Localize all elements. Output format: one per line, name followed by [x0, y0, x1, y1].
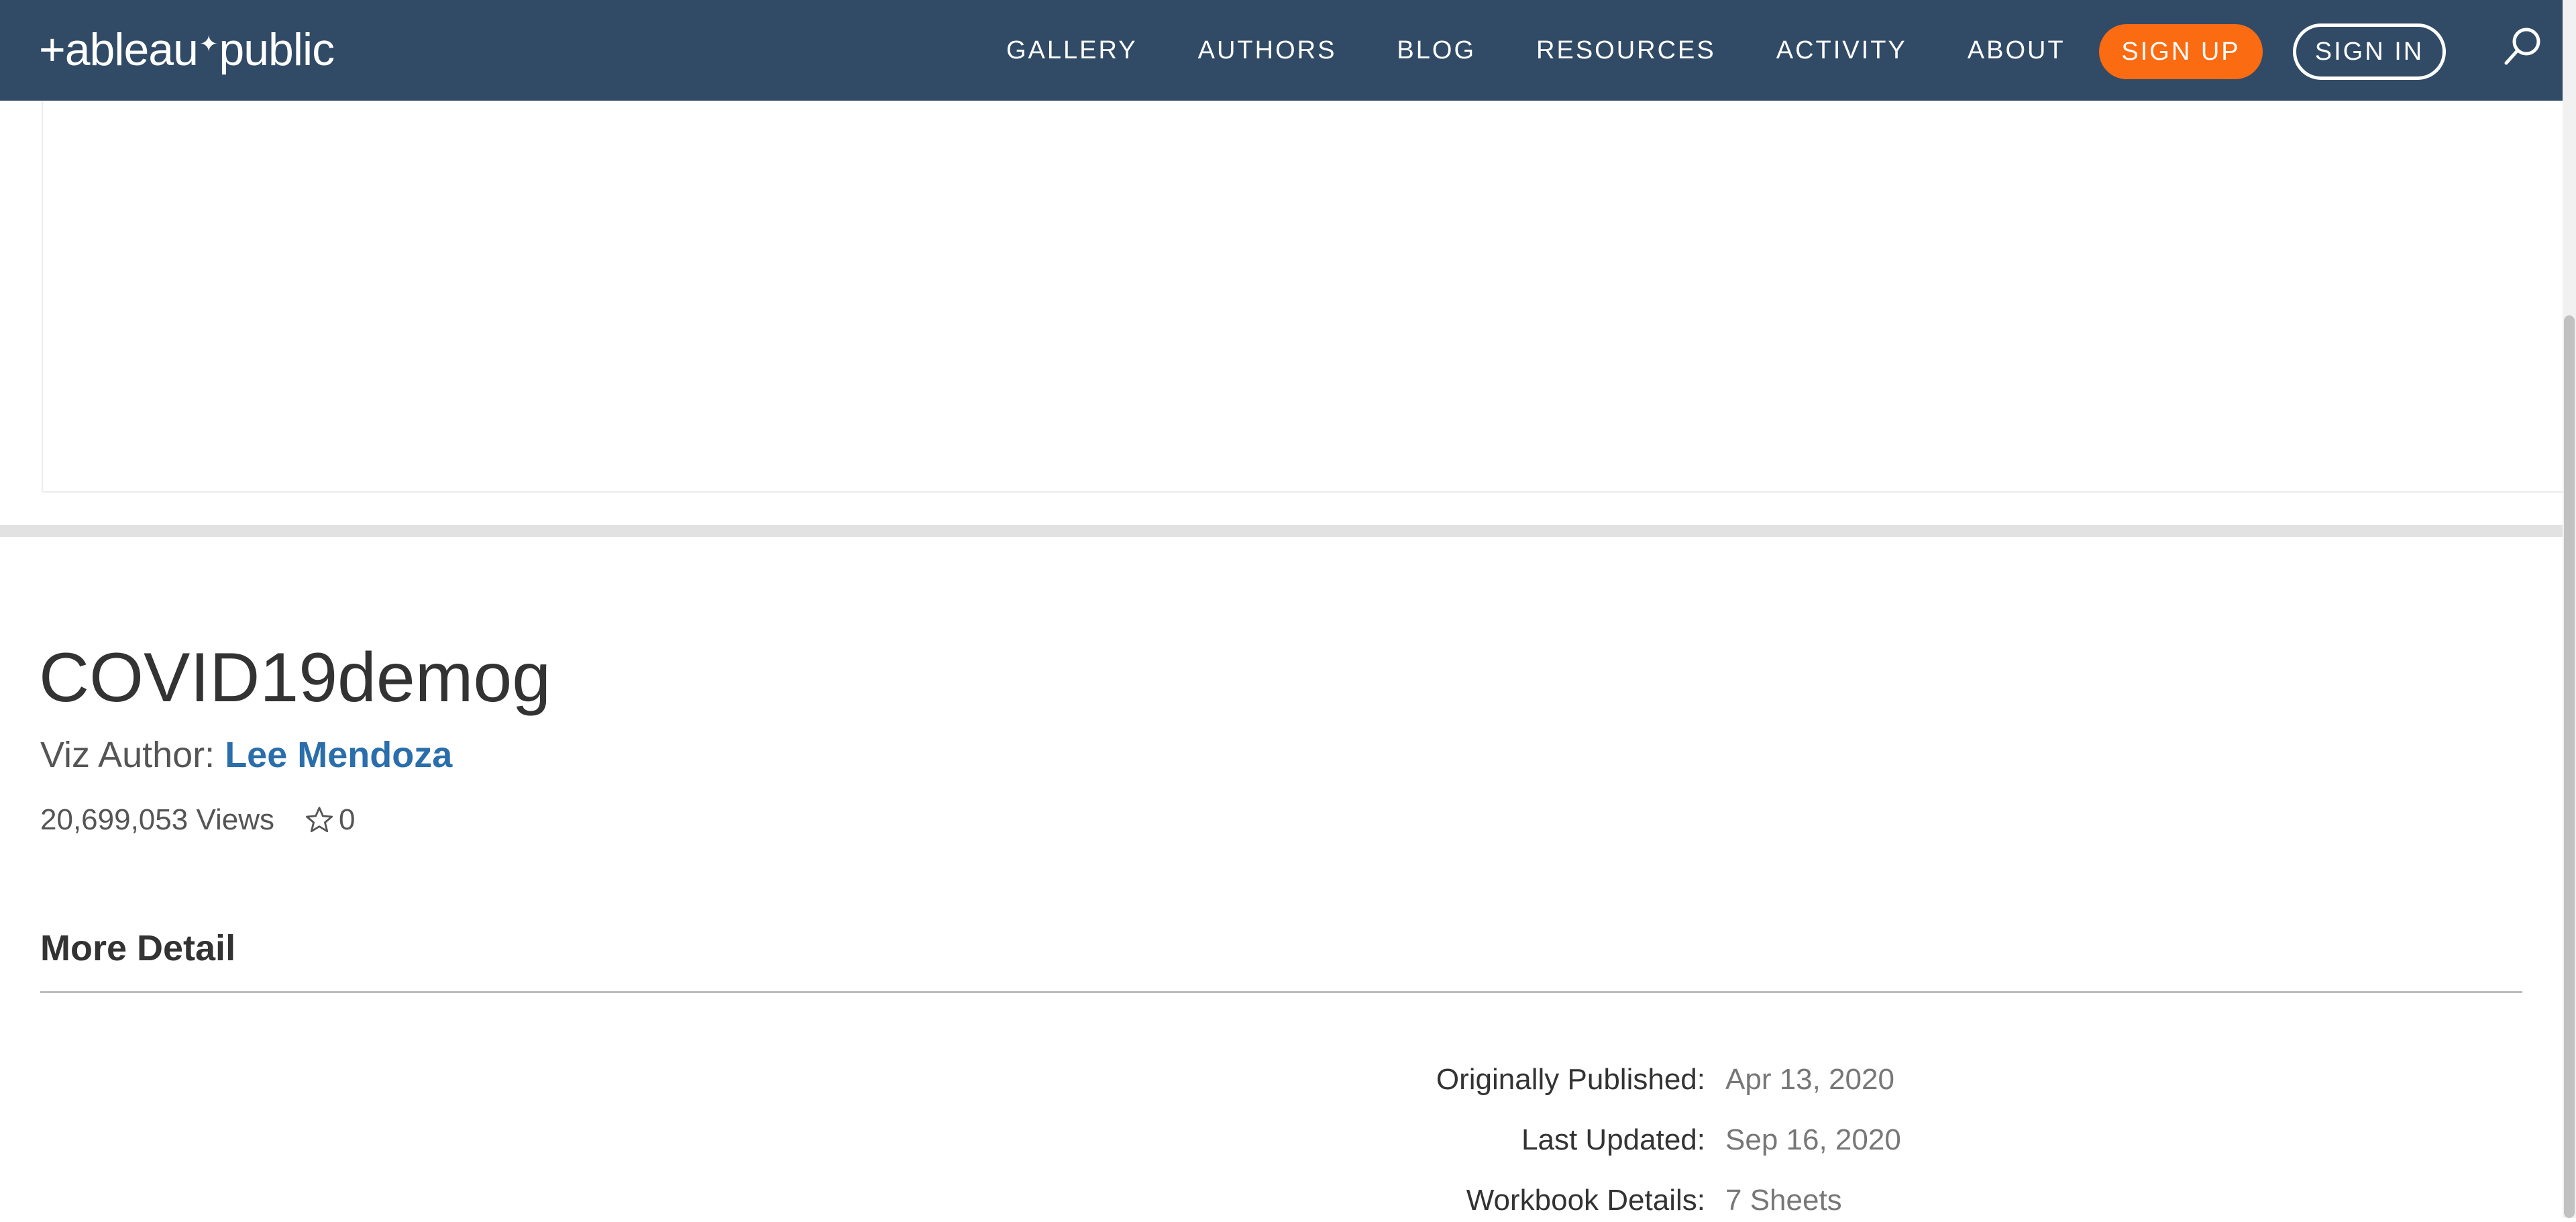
nav-gallery-link[interactable]: GALLERY — [1006, 36, 1138, 65]
viz-author-line: Viz Author: Lee Mendoza — [40, 731, 452, 778]
viz-title: COVID19demog — [39, 639, 551, 717]
detail-row-updated: Last Updated: Sep 16, 2020 — [0, 1119, 2549, 1162]
star-icon — [305, 807, 333, 833]
detail-value: Apr 13, 2020 — [1725, 1063, 1894, 1096]
nav-about-link[interactable]: ABOUT — [1968, 36, 2065, 65]
favorite-button[interactable]: 0 — [304, 800, 356, 840]
detail-row-workbook: Workbook Details: 7 Sheets — [0, 1179, 2549, 1222]
view-count: 20,699,053 Views — [40, 803, 275, 836]
more-detail-heading: More Detail — [40, 928, 236, 968]
viz-stats: 20,699,053 Views 0 — [40, 800, 356, 840]
viz-embed-frame[interactable] — [42, 101, 2563, 493]
more-detail-divider — [40, 991, 2522, 993]
nav-authors-link[interactable]: AUTHORS — [1198, 36, 1337, 65]
tableau-public-logo[interactable]: +ableau✦public — [39, 19, 335, 81]
search-icon — [2504, 28, 2540, 65]
page-scrollbar-thumb[interactable] — [2564, 315, 2575, 1218]
author-prefix: Viz Author: — [40, 735, 215, 775]
detail-value: Sep 16, 2020 — [1725, 1123, 1901, 1156]
search-button[interactable] — [2496, 20, 2549, 74]
logo-text: +ableau✦public — [39, 24, 335, 75]
top-navigation-bar: +ableau✦public GALLERY AUTHORS BLOG RESO… — [0, 0, 2563, 101]
detail-value: 7 Sheets — [1725, 1184, 1842, 1217]
main-nav: GALLERY AUTHORS BLOG RESOURCES ACTIVITY … — [1006, 0, 2126, 101]
sign-up-button[interactable]: SIGN UP — [2099, 24, 2263, 79]
section-divider — [0, 525, 2563, 537]
detail-label: Originally Published: — [1436, 1063, 1705, 1096]
nav-resources-link[interactable]: RESOURCES — [1536, 36, 1716, 65]
detail-row-published: Originally Published: Apr 13, 2020 — [0, 1058, 2549, 1101]
author-link[interactable]: Lee Mendoza — [225, 735, 452, 775]
nav-activity-link[interactable]: ACTIVITY — [1776, 36, 1907, 65]
sign-in-button[interactable]: SIGN IN — [2293, 23, 2446, 80]
favorite-count: 0 — [339, 803, 356, 836]
detail-label: Workbook Details: — [1466, 1184, 1705, 1217]
nav-blog-link[interactable]: BLOG — [1397, 36, 1476, 65]
detail-label: Last Updated: — [1521, 1123, 1705, 1156]
page-scrollbar-track[interactable] — [2563, 0, 2576, 1218]
